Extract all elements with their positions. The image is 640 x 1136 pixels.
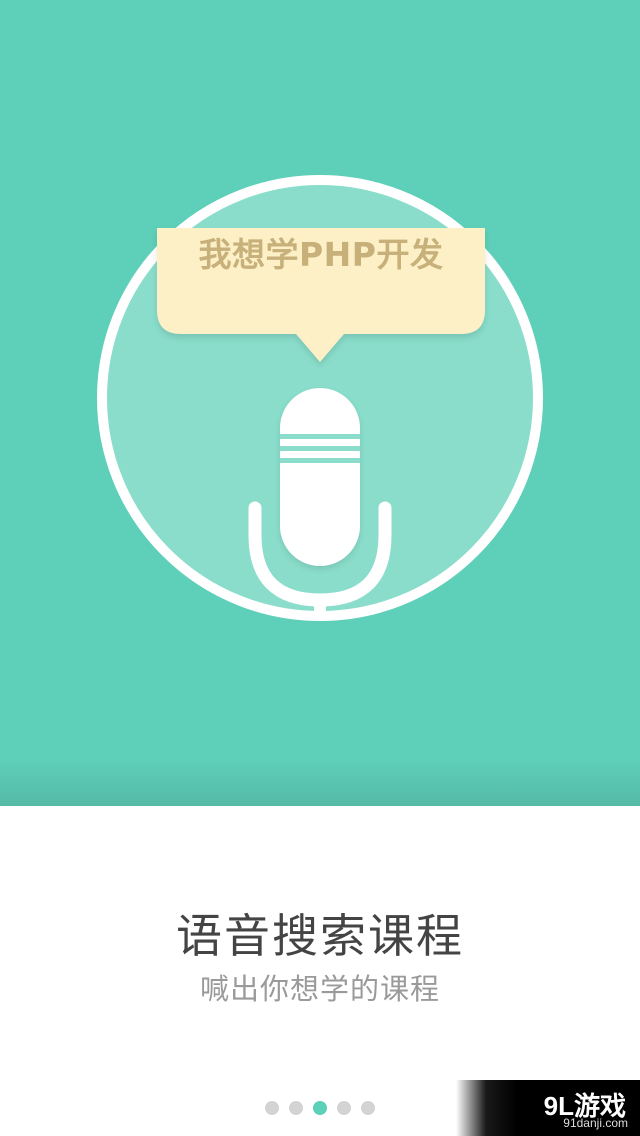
page-title: 语音搜索课程 bbox=[176, 909, 464, 963]
page-subtitle: 喊出你想学的课程 bbox=[199, 972, 440, 1006]
watermark: 9L游戏 91danji.com bbox=[456, 1080, 640, 1136]
page-dot-2[interactable] bbox=[289, 1101, 303, 1115]
hero-bottom-shadow bbox=[0, 760, 640, 806]
hero-banner: 我想学PHP开发 bbox=[0, 0, 640, 806]
page-dot-5[interactable] bbox=[361, 1101, 375, 1115]
watermark-url: 91danji.com bbox=[563, 1116, 628, 1130]
page-dot-3-active[interactable] bbox=[313, 1101, 327, 1115]
page-dot-1[interactable] bbox=[265, 1101, 279, 1115]
page-dot-4[interactable] bbox=[337, 1101, 351, 1115]
voice-search-illustration bbox=[97, 175, 543, 621]
speech-bubble-text: 我想学PHP开发 bbox=[198, 235, 444, 274]
